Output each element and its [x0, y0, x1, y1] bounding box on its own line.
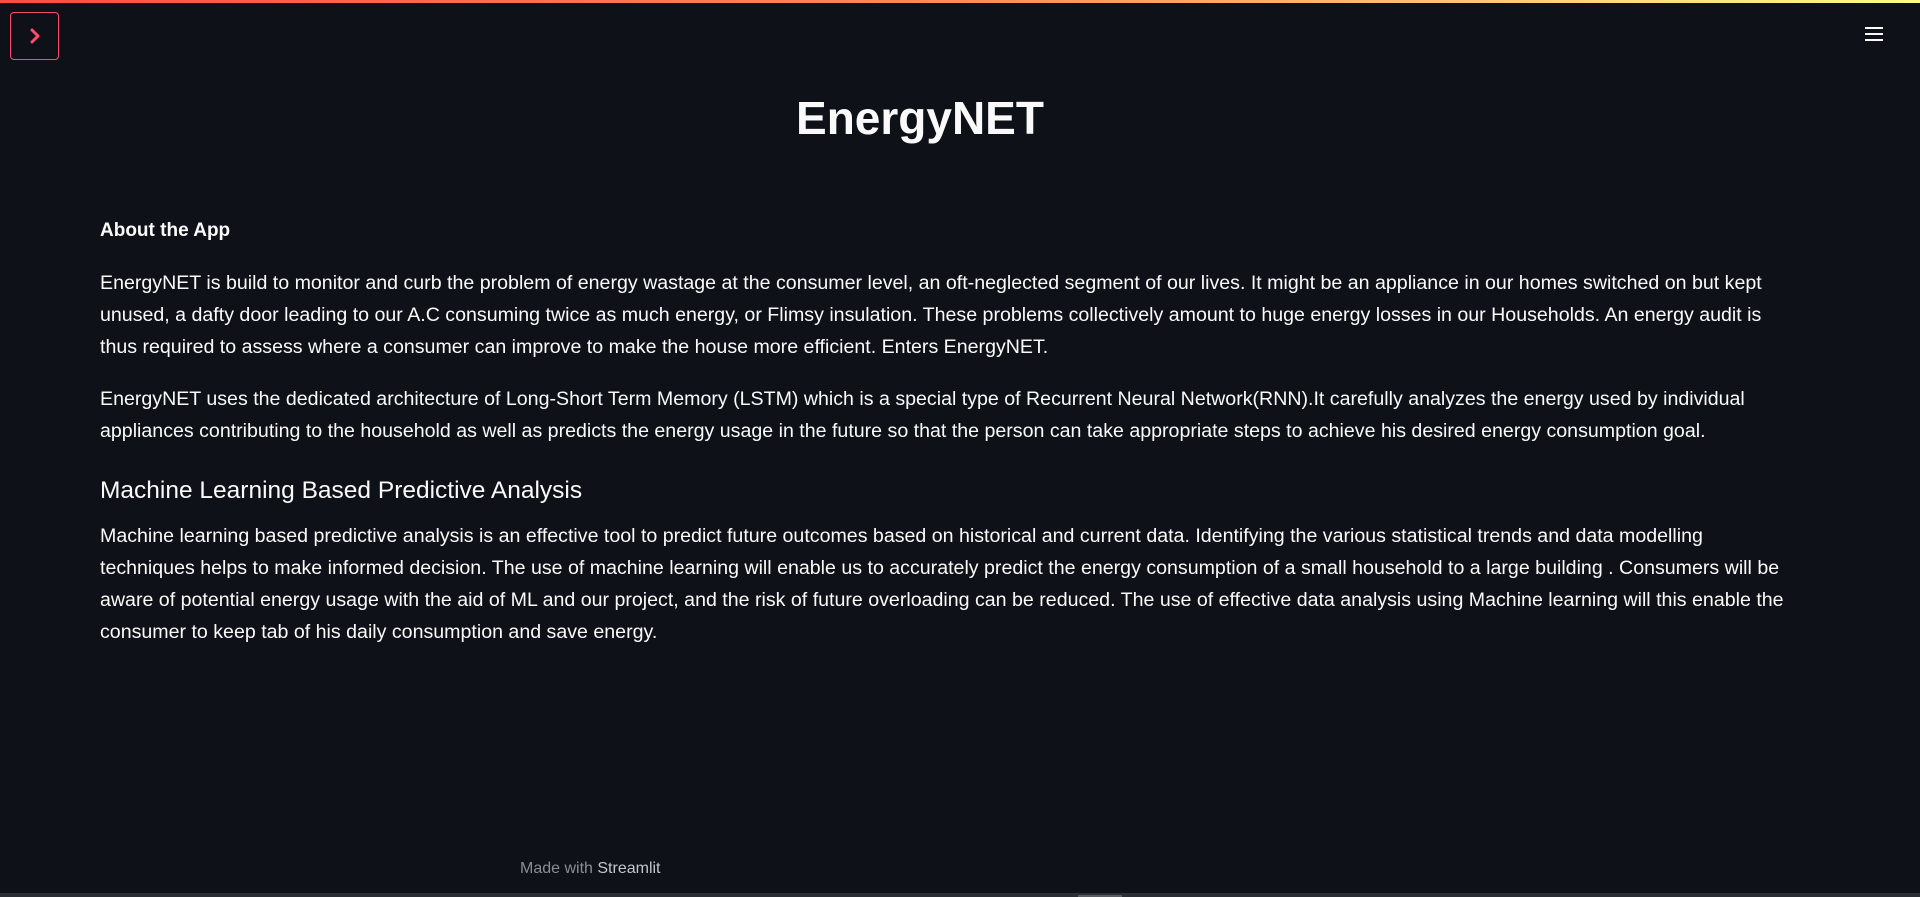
sidebar-toggle-button[interactable] [10, 12, 59, 60]
hamburger-menu-icon [1864, 25, 1884, 48]
about-paragraph-2: EnergyNET uses the dedicated architectur… [100, 388, 1745, 442]
main-menu-button[interactable] [1862, 24, 1886, 48]
bottom-border [0, 893, 1920, 897]
about-heading: About the App [100, 220, 231, 241]
footer: Made with Streamlit [520, 860, 661, 878]
ml-section-heading: Machine Learning Based Predictive Analys… [100, 477, 583, 504]
ml-paragraph: Machine learning based predictive analys… [100, 525, 1784, 643]
page-title: EnergyNET [796, 92, 1044, 144]
streamlit-link[interactable]: Streamlit [597, 860, 660, 877]
top-decoration-stripe [0, 0, 1920, 3]
footer-prefix: Made with [520, 860, 593, 877]
chevron-right-icon [28, 28, 42, 44]
about-paragraph-1: EnergyNET is build to monitor and curb t… [100, 272, 1762, 358]
